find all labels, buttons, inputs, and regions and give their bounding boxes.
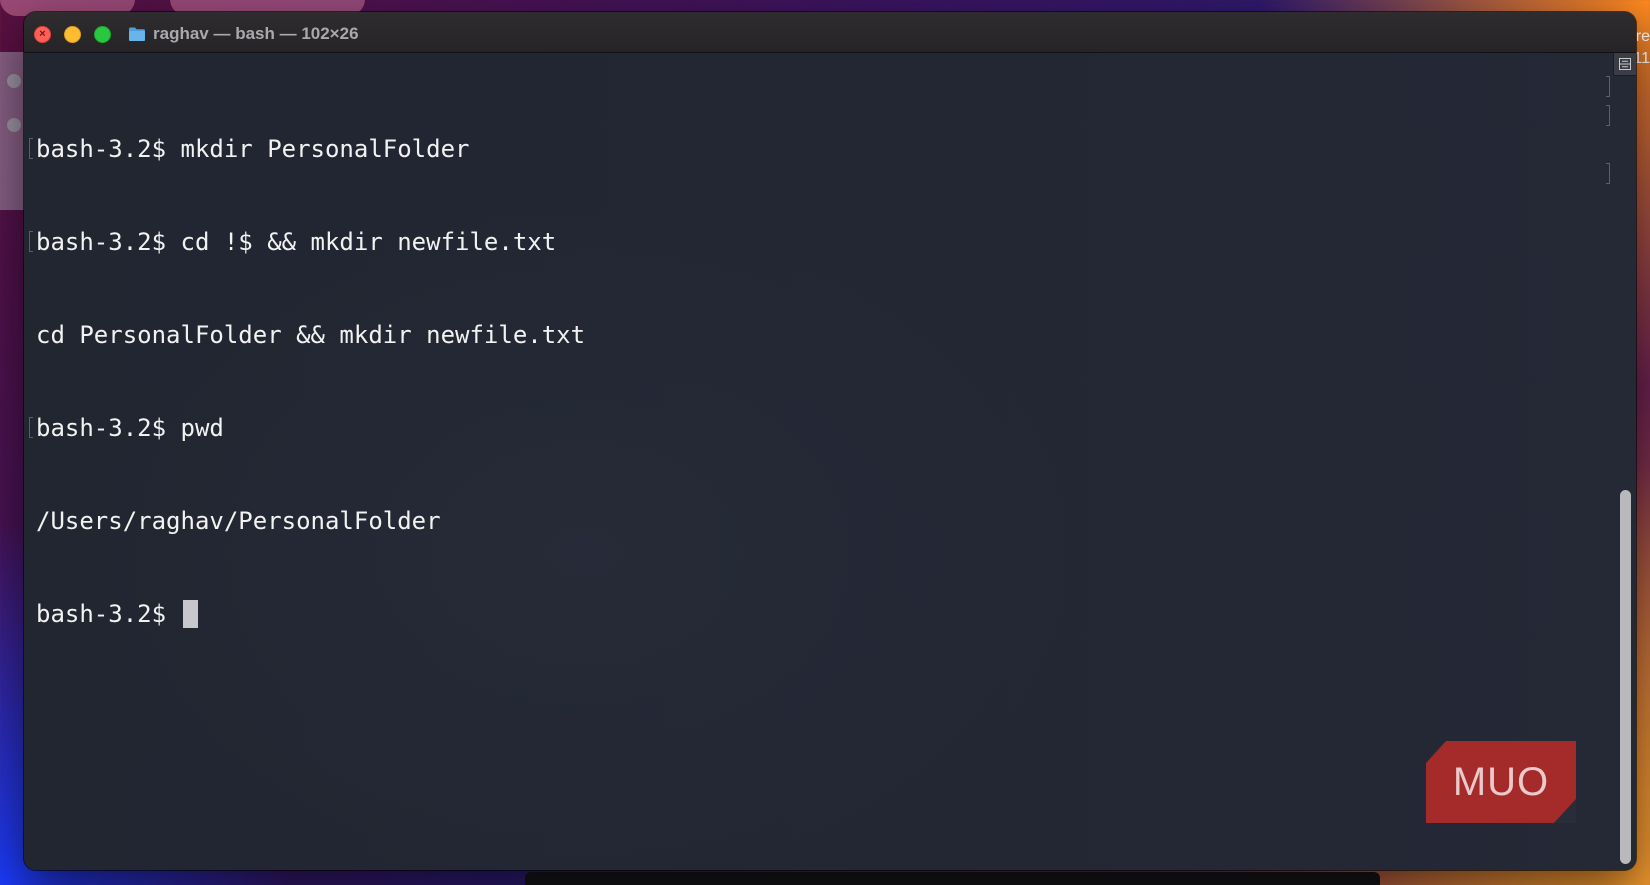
terminal-line: bash-3.2$ cd !$ && mkdir newfile.txt	[29, 227, 585, 258]
window-title-group: raghav — bash — 102×26	[128, 23, 359, 45]
background-dot	[7, 118, 21, 132]
terminal-line: cd PersonalFolder && mkdir newfile.txt	[36, 320, 585, 351]
terminal-window: × raghav — bash — 102×26 bash-3.2$ mkdir…	[24, 12, 1636, 870]
line-mark-right	[1606, 76, 1610, 97]
line-mark	[29, 138, 33, 159]
output-text: /Users/raghav/PersonalFolder	[36, 507, 441, 535]
prompt-text: bash-3.2$	[36, 600, 181, 628]
line-mark-right	[1606, 163, 1610, 184]
zoom-button[interactable]	[94, 26, 111, 43]
split-pane-button[interactable]	[1613, 53, 1636, 76]
command-text: bash-3.2$ cd !$ && mkdir newfile.txt	[36, 228, 557, 256]
minimize-button[interactable]	[64, 26, 81, 43]
line-mark	[29, 231, 33, 252]
background-bar	[525, 872, 1380, 885]
muo-logo-text: MUO	[1452, 760, 1550, 804]
desktop: { "desktop": { "right_edge_text": "re\n1…	[0, 0, 1650, 885]
close-icon: ×	[39, 28, 46, 40]
terminal-prompt-line[interactable]: bash-3.2$	[36, 599, 585, 630]
vertical-scrollbar[interactable]	[1614, 75, 1636, 870]
split-pane-icon	[1619, 58, 1631, 70]
folder-icon	[129, 27, 145, 41]
terminal-output: bash-3.2$ mkdir PersonalFolder bash-3.2$…	[29, 72, 585, 692]
command-text: bash-3.2$ mkdir PersonalFolder	[36, 135, 470, 163]
output-text: cd PersonalFolder && mkdir newfile.txt	[36, 321, 586, 349]
background-dot	[7, 74, 21, 88]
command-text: bash-3.2$ pwd	[36, 414, 224, 442]
terminal-line: /Users/raghav/PersonalFolder	[36, 506, 585, 537]
line-mark-right	[1606, 105, 1610, 126]
text-cursor	[182, 600, 198, 628]
terminal-line: bash-3.2$ pwd	[29, 413, 585, 444]
scrollbar-thumb[interactable]	[1620, 490, 1631, 864]
terminal-content[interactable]: bash-3.2$ mkdir PersonalFolder bash-3.2$…	[24, 53, 1636, 870]
terminal-line: bash-3.2$ mkdir PersonalFolder	[29, 134, 585, 165]
muo-watermark: MUO	[1426, 741, 1588, 823]
window-title: raghav — bash — 102×26	[153, 24, 359, 43]
close-button[interactable]: ×	[34, 26, 51, 43]
title-bar[interactable]: × raghav — bash — 102×26	[24, 12, 1636, 53]
line-mark	[29, 417, 33, 438]
